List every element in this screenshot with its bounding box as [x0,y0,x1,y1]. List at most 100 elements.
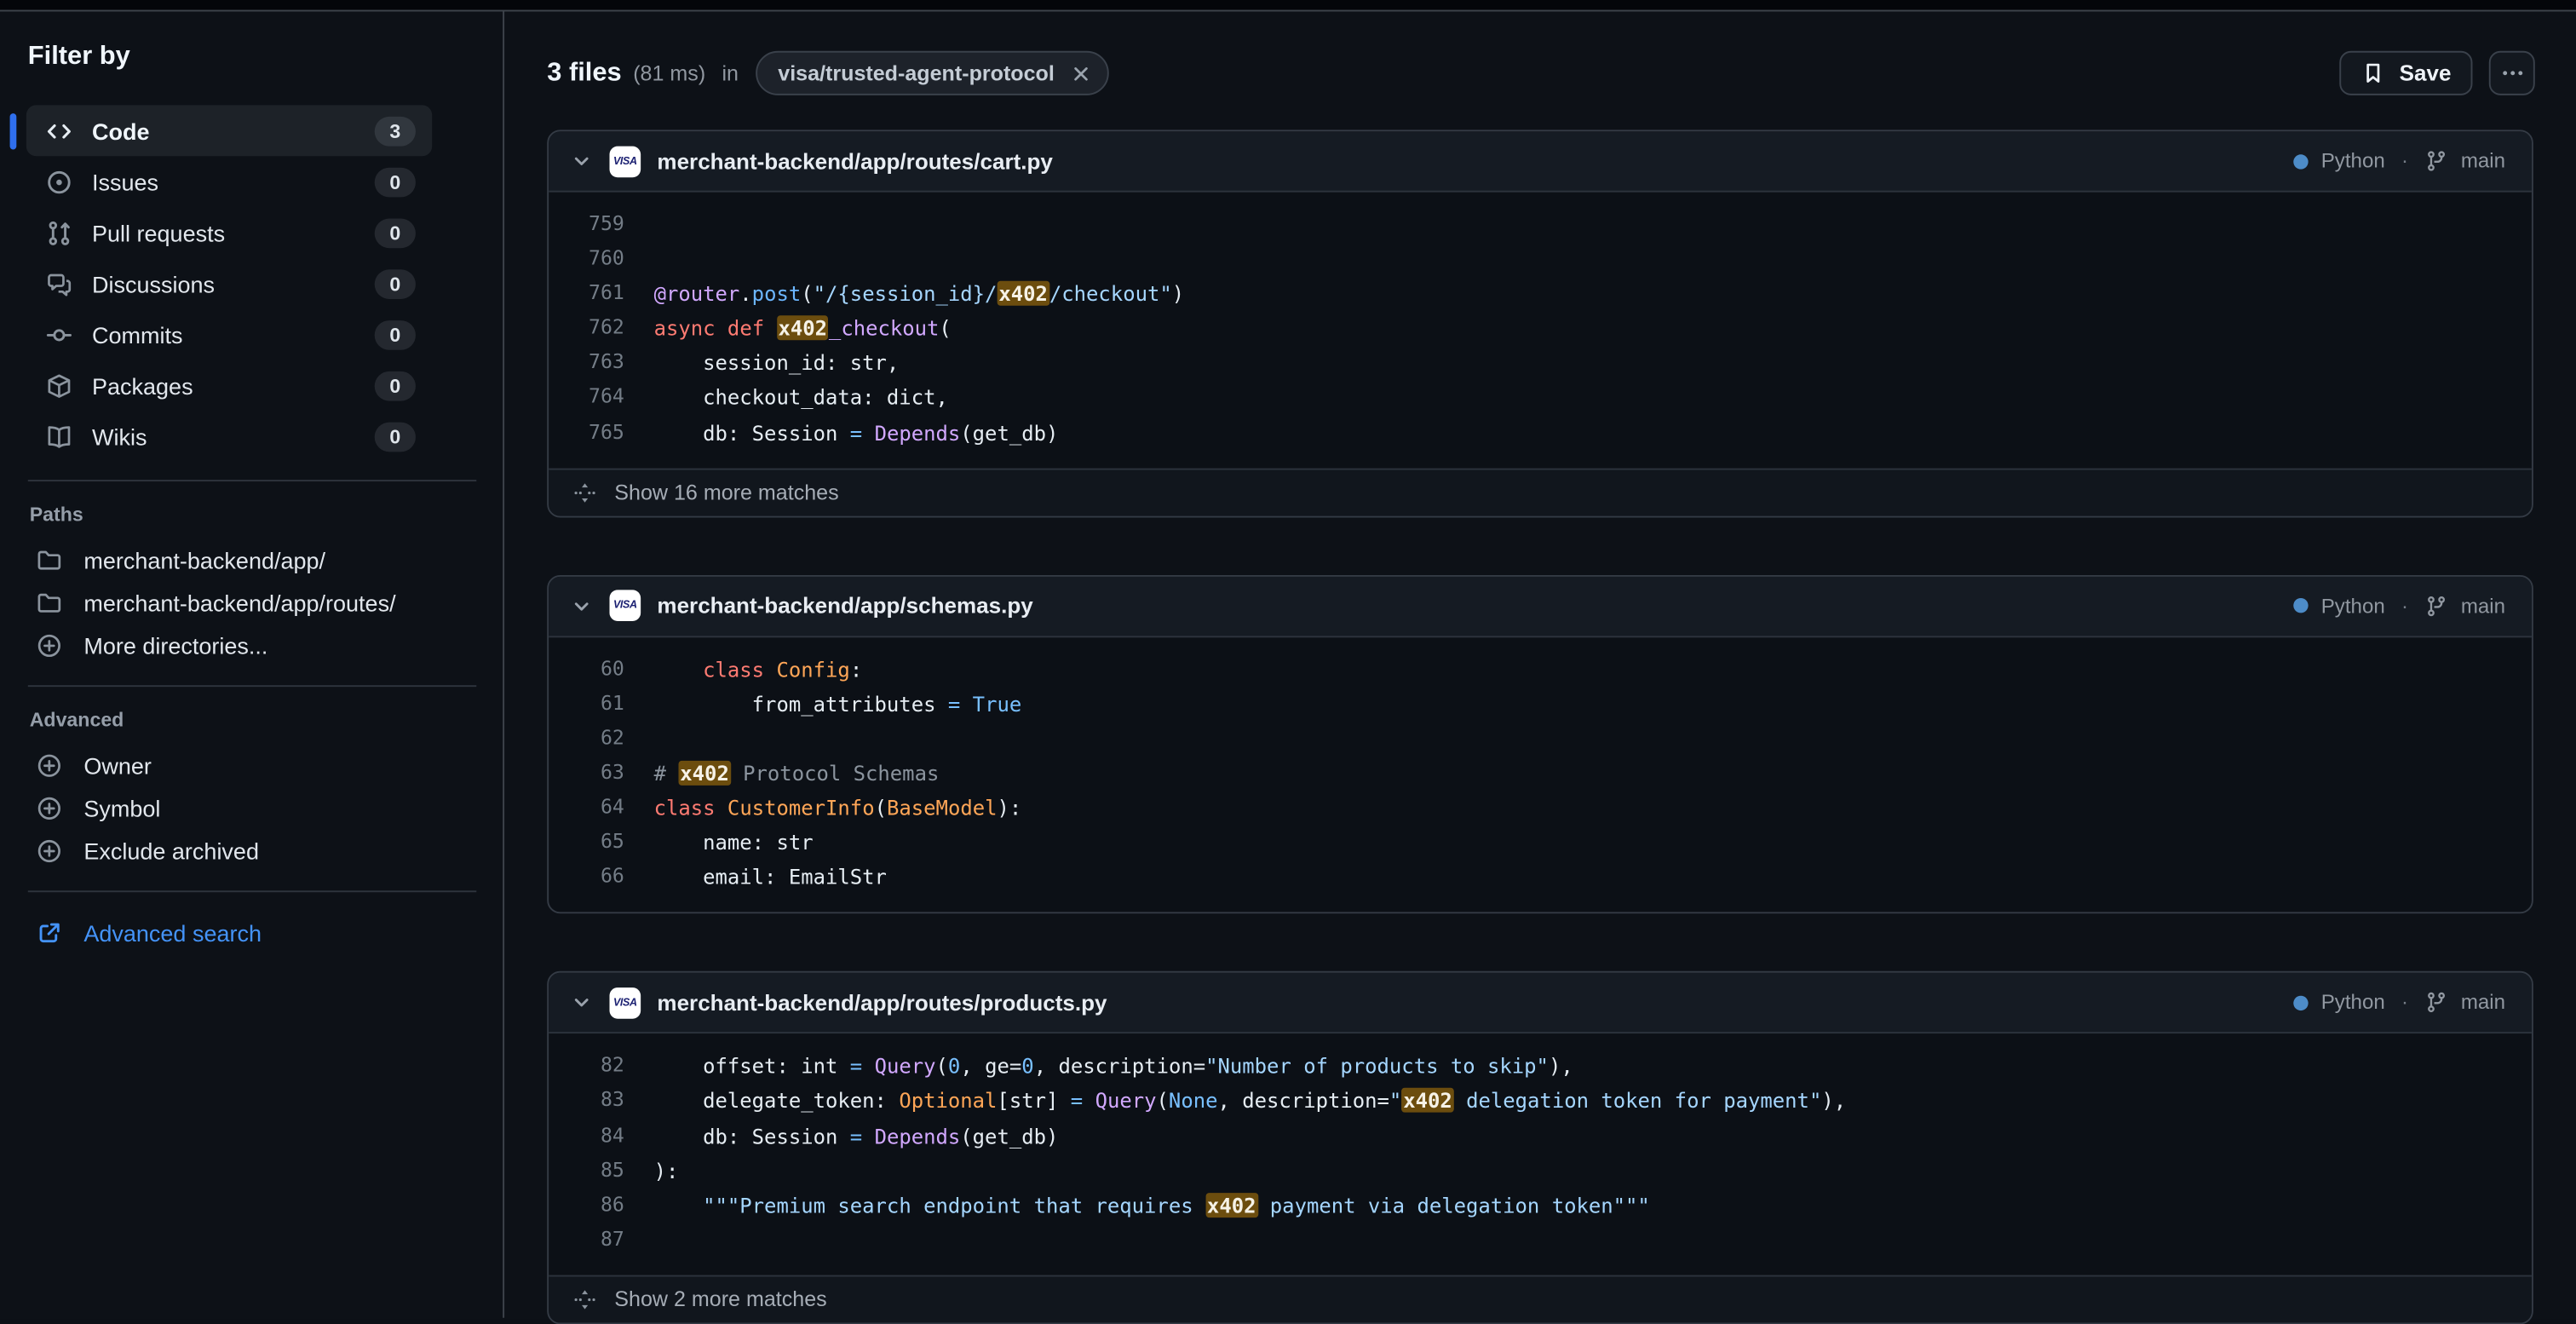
repo-filter-chip[interactable]: visa/trusted-agent-protocol [755,51,1108,95]
line-number: 765 [549,415,624,450]
git-pull-request-icon [46,219,72,245]
advanced-item-label: Exclude archived [83,838,259,865]
separator-dot: · [2401,149,2408,172]
git-branch-icon [2424,992,2447,1015]
more-options-button[interactable] [2489,51,2535,95]
filter-label: Commits [92,321,183,348]
filter-item-commits[interactable]: Commits 0 [26,309,432,360]
advanced-owner-button[interactable]: Owner [26,745,503,787]
advanced-symbol-button[interactable]: Symbol [26,787,503,830]
filter-count-badge: 0 [375,218,416,248]
filter-item-discussions[interactable]: Discussions 0 [26,258,432,309]
code-text: from_attributes = True [624,687,1021,722]
line-number: 761 [549,276,624,311]
filter-count-badge: 0 [375,167,416,197]
filter-count-badge: 0 [375,371,416,400]
code-text [624,242,654,277]
more-directories-button[interactable]: More directories... [26,625,503,667]
line-number: 61 [549,687,624,722]
code-line: 83 delegate_token: Optional[str] = Query… [549,1084,2532,1119]
advanced-search-link[interactable]: Advanced search [26,912,503,954]
plus-circle-icon [36,632,62,659]
line-number: 63 [549,756,624,791]
line-number: 62 [549,721,624,756]
path-label: merchant-backend/app/ [83,547,325,573]
kebab-horizontal-icon [2499,60,2524,85]
chevron-down-icon[interactable] [570,992,593,1015]
code-line: 763 session_id: str, [549,346,2532,381]
search-match-highlight: x402 [997,281,1049,306]
path-filter-item[interactable]: merchant-backend/app/ [26,539,503,582]
book-icon [46,423,72,450]
unfold-icon [573,481,596,504]
remove-repo-filter-button[interactable] [1069,61,1092,84]
file-path-link[interactable]: merchant-backend/app/schemas.py [657,594,1032,619]
path-filter-item[interactable]: merchant-backend/app/routes/ [26,582,503,625]
code-line: 762async def x402_checkout( [549,311,2532,346]
code-snippet: 82 offset: int = Query(0, ge=0, descript… [549,1034,2532,1275]
result-file-header[interactable]: VISA merchant-backend/app/routes/cart.py… [549,131,2532,192]
advanced-exclude-archived-button[interactable]: Exclude archived [26,830,503,872]
result-file-header[interactable]: VISA merchant-backend/app/routes/product… [549,973,2532,1033]
advanced-search-label: Advanced search [83,920,262,947]
sidebar-divider [28,480,476,481]
code-text: db: Session = Depends(get_db) [624,415,1059,450]
plus-circle-icon [36,795,62,821]
header-actions: Save [2340,51,2535,95]
unfold-icon [573,1288,596,1311]
chevron-down-icon[interactable] [570,594,593,617]
chevron-down-icon[interactable] [570,149,593,172]
search-results-main: 3 files (81 ms) in visa/trusted-agent-pr… [504,11,2576,1317]
code-line: 61 from_attributes = True [549,687,2532,722]
search-match-highlight: x402 [777,316,829,341]
code-text: session_id: str, [624,346,899,381]
code-line: 60 class Config: [549,652,2532,687]
filter-item-packages[interactable]: Packages 0 [26,360,432,411]
show-more-label: Show 2 more matches [614,1287,826,1312]
code-line: 66 email: EmailStr [549,860,2532,895]
code-line: 760 [549,242,2532,277]
folder-icon [36,590,62,616]
file-meta: Python · main [2293,992,2505,1015]
file-path-link[interactable]: merchant-backend/app/routes/cart.py [657,149,1052,174]
code-line: 759 [549,207,2532,242]
code-line: 84 db: Session = Depends(get_db) [549,1118,2532,1153]
filter-item-issues[interactable]: Issues 0 [26,156,432,207]
show-more-matches-button[interactable]: Show 2 more matches [549,1275,2532,1322]
code-line: 82 offset: int = Query(0, ge=0, descript… [549,1049,2532,1084]
branch-label: main [2461,992,2505,1015]
in-label: in [722,60,739,85]
filter-item-code[interactable]: Code 3 [26,105,432,156]
filter-item-wikis[interactable]: Wikis 0 [26,411,432,462]
language-label: Python [2321,992,2385,1015]
git-branch-icon [2424,594,2447,617]
filter-label: Discussions [92,270,215,296]
repo-avatar: VISA [609,987,641,1019]
code-text: ): [624,1153,678,1188]
package-icon [46,372,72,399]
search-match-highlight: x402 [1401,1088,1453,1113]
branch-label: main [2461,149,2505,172]
file-path-link[interactable]: merchant-backend/app/routes/products.py [657,991,1107,1016]
code-text: checkout_data: dict, [624,380,948,415]
language-color-dot [2293,153,2308,168]
show-more-matches-button[interactable]: Show 16 more matches [549,468,2532,515]
save-button[interactable]: Save [2340,51,2472,95]
result-file-header[interactable]: VISA merchant-backend/app/schemas.py Pyt… [549,576,2532,636]
code-line: 65 name: str [549,825,2532,860]
line-number: 86 [549,1188,624,1223]
code-text: @router.post("/{session_id}/x402/checkou… [624,276,1184,311]
folder-icon [36,547,62,573]
code-text: email: EmailStr [624,860,887,895]
results-timing: (81 ms) [633,60,705,85]
advanced-item-label: Symbol [83,795,160,821]
advanced-heading: Advanced [30,708,503,731]
branch-label: main [2461,594,2505,617]
code-text: """Premium search endpoint that requires… [624,1188,1650,1223]
line-number: 87 [549,1222,624,1257]
code-text: class Config: [624,652,862,687]
code-text: db: Session = Depends(get_db) [624,1118,1059,1153]
code-line: 764 checkout_data: dict, [549,380,2532,415]
line-number: 82 [549,1049,624,1084]
filter-item-pull-requests[interactable]: Pull requests 0 [26,207,432,258]
